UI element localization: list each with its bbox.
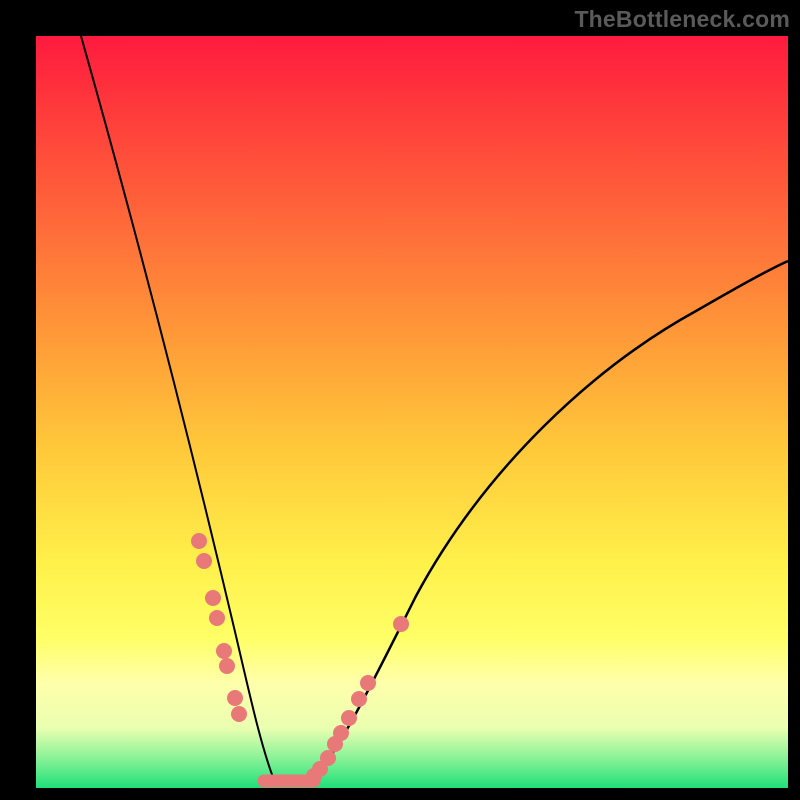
left-curve <box>81 36 274 780</box>
right-curve <box>309 261 788 784</box>
chart-frame: TheBottleneck.com <box>0 0 800 800</box>
chart-svg <box>36 36 788 788</box>
watermark-text: TheBottleneck.com <box>574 6 790 33</box>
chart-plot-area <box>36 36 788 788</box>
